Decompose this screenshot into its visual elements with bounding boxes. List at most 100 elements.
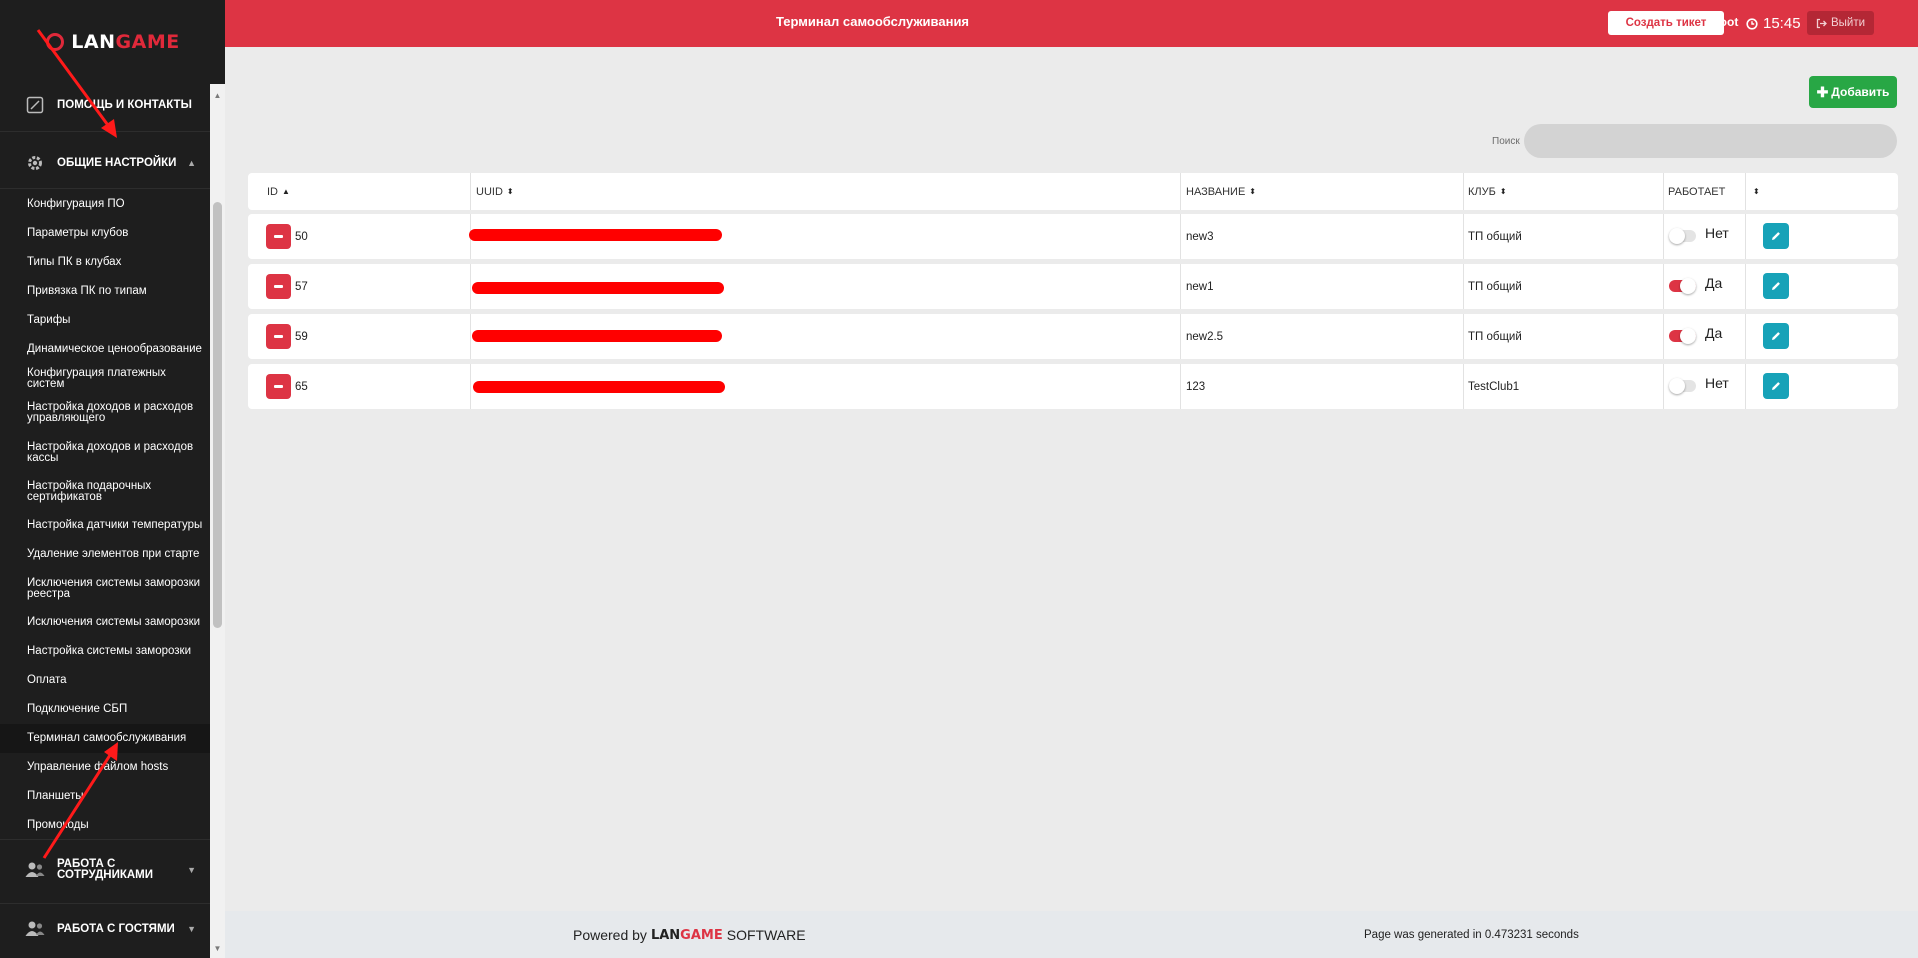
sidebar-item-cash-income[interactable]: Настройка доходов и расходов кассы	[0, 433, 210, 472]
sidebar-scrollbar[interactable]: ▲ ▼	[210, 84, 225, 958]
create-ticket-button[interactable]: Создать тикет	[1608, 11, 1724, 35]
sidebar-item-pc-types[interactable]: Типы ПК в клубах	[0, 248, 210, 277]
edit-button[interactable]	[1763, 223, 1789, 249]
sidebar-section-general-settings[interactable]: ОБЩИЕ НАСТРОЙКИ ▲	[0, 146, 210, 180]
scroll-up-arrow-icon[interactable]: ▲	[210, 89, 225, 103]
sidebar-item-sbp[interactable]: Подключение СБП	[0, 695, 210, 724]
sidebar-item-self-service-terminal[interactable]: Терминал самообслуживания	[0, 724, 210, 753]
column-header-club[interactable]: КЛУБ ⬍	[1468, 173, 1507, 210]
sidebar-item-payment[interactable]: Оплата	[0, 666, 210, 695]
redacted-uuid	[472, 330, 722, 342]
column-divider	[1180, 264, 1181, 309]
column-header-actions[interactable]: ⬍	[1753, 173, 1760, 210]
column-divider	[1745, 314, 1746, 359]
sidebar-section-guests[interactable]: РАБОТА С ГОСТЯМИ ▼	[0, 912, 210, 946]
edit-button[interactable]	[1763, 323, 1789, 349]
sidebar-item-gift-certificates[interactable]: Настройка подарочных сертификатов	[0, 472, 210, 511]
row-id: 59	[295, 330, 308, 343]
table-header-row: ID ▲ UUID ⬍ НАЗВАНИЕ ⬍ КЛУБ ⬍ РАБОТАЕТ ⬍	[248, 173, 1898, 210]
working-toggle[interactable]	[1669, 228, 1696, 244]
sidebar-item-software-config[interactable]: Конфигурация ПО	[0, 190, 210, 219]
column-divider	[1180, 364, 1181, 409]
column-divider	[1745, 364, 1746, 409]
redacted-uuid	[473, 381, 725, 393]
footer-logo: LANGAME	[650, 927, 723, 943]
column-header-name[interactable]: НАЗВАНИЕ ⬍	[1186, 173, 1256, 210]
logo-game-text: GAME	[115, 31, 180, 53]
sidebar-item-temperature[interactable]: Настройка датчики температуры	[0, 511, 210, 540]
edit-button[interactable]	[1763, 273, 1789, 299]
row-id: 50	[295, 230, 308, 243]
sidebar-divider	[0, 839, 210, 840]
scroll-down-arrow-icon[interactable]: ▼	[210, 942, 225, 956]
table-row: 57 new1 ТП общий Да	[248, 264, 1898, 309]
page-generation-time: Page was generated in 0.473231 seconds	[1364, 929, 1579, 941]
working-toggle[interactable]	[1669, 328, 1696, 344]
sort-icon: ⬍	[1249, 187, 1256, 196]
add-button-label: Добавить	[1831, 85, 1890, 99]
column-header-uuid[interactable]: UUID ⬍	[476, 173, 514, 210]
sort-icon: ⬍	[506, 187, 514, 196]
users-icon	[25, 860, 45, 880]
logo[interactable]: LANGAME	[0, 0, 225, 84]
delete-button[interactable]	[266, 374, 291, 399]
pencil-icon	[1772, 282, 1780, 290]
sidebar-item-tariffs[interactable]: Тарифы	[0, 306, 210, 335]
column-divider	[1463, 214, 1464, 259]
user-name: Root	[1711, 15, 1739, 29]
delete-button[interactable]	[266, 224, 291, 249]
column-divider	[470, 364, 471, 409]
clock-icon	[1746, 17, 1758, 30]
scrollbar-thumb[interactable]	[213, 202, 222, 628]
sidebar-section-help-label: ПОМОЩЬ И КОНТАКТЫ	[57, 99, 192, 111]
add-button[interactable]: ✚ Добавить	[1809, 76, 1897, 108]
sidebar-section-guests-label: РАБОТА С ГОСТЯМИ	[57, 923, 175, 935]
working-label: Да	[1705, 325, 1723, 341]
column-divider	[1663, 364, 1664, 409]
sidebar-item-freeze-settings[interactable]: Настройка системы заморозки	[0, 637, 210, 666]
clock-time: 15:45	[1763, 15, 1801, 32]
sidebar-item-hosts-file[interactable]: Управление файлом hosts	[0, 753, 210, 782]
column-divider	[1745, 264, 1746, 309]
sidebar-item-tablets[interactable]: Планшеты	[0, 782, 210, 811]
sidebar-divider	[0, 131, 210, 132]
sidebar-item-promocodes[interactable]: Промокоды	[0, 811, 210, 840]
sidebar-item-pc-binding[interactable]: Привязка ПК по типам	[0, 277, 210, 306]
column-divider	[1663, 214, 1664, 259]
delete-button[interactable]	[266, 274, 291, 299]
sidebar-divider	[0, 903, 210, 904]
chevron-down-icon: ▼	[187, 864, 196, 875]
sidebar-section-staff[interactable]: РАБОТА С СОТРУДНИКАМИ ▼	[0, 850, 210, 890]
sidebar-section-help[interactable]: ПОМОЩЬ И КОНТАКТЫ	[0, 88, 210, 122]
row-club: ТП общий	[1468, 230, 1522, 243]
plus-icon: ✚	[1816, 84, 1829, 100]
sidebar-item-payment-systems[interactable]: Конфигурация платежных систем	[0, 364, 210, 393]
working-toggle[interactable]	[1669, 378, 1696, 394]
sidebar-item-manager-income[interactable]: Настройка доходов и расходов управляющег…	[0, 393, 210, 433]
column-header-working[interactable]: РАБОТАЕТ	[1668, 173, 1725, 210]
chevron-down-icon: ▼	[187, 924, 196, 934]
sort-asc-icon: ▲	[282, 187, 290, 196]
users-icon	[25, 919, 45, 939]
column-divider	[1663, 314, 1664, 359]
sidebar-item-freeze-exceptions[interactable]: Исключения системы заморозки	[0, 608, 210, 637]
working-toggle[interactable]	[1669, 278, 1696, 294]
column-divider	[1463, 173, 1464, 210]
delete-button[interactable]	[266, 324, 291, 349]
sidebar-item-club-params[interactable]: Параметры клубов	[0, 219, 210, 248]
column-header-id[interactable]: ID ▲	[267, 173, 290, 210]
search-input[interactable]	[1524, 124, 1897, 158]
column-divider	[1663, 173, 1664, 210]
column-divider	[1463, 264, 1464, 309]
sidebar: LANGAME ПОМОЩЬ И КОНТАКТЫ ОБЩИЕ НАСТРОЙК…	[0, 0, 225, 958]
logout-button[interactable]: Выйти	[1807, 11, 1874, 35]
sidebar-item-startup-removal[interactable]: Удаление элементов при старте	[0, 540, 210, 569]
sidebar-section-general-settings-label: ОБЩИЕ НАСТРОЙКИ	[57, 157, 177, 169]
sidebar-item-dynamic-pricing[interactable]: Динамическое ценообразование	[0, 335, 210, 364]
working-label: Нет	[1705, 225, 1729, 241]
edit-button[interactable]	[1763, 373, 1789, 399]
sidebar-item-registry-freeze-exceptions[interactable]: Исключения системы заморозки реестра	[0, 569, 210, 608]
column-divider	[470, 264, 471, 309]
row-club: ТП общий	[1468, 280, 1522, 293]
pencil-icon	[1772, 382, 1780, 390]
